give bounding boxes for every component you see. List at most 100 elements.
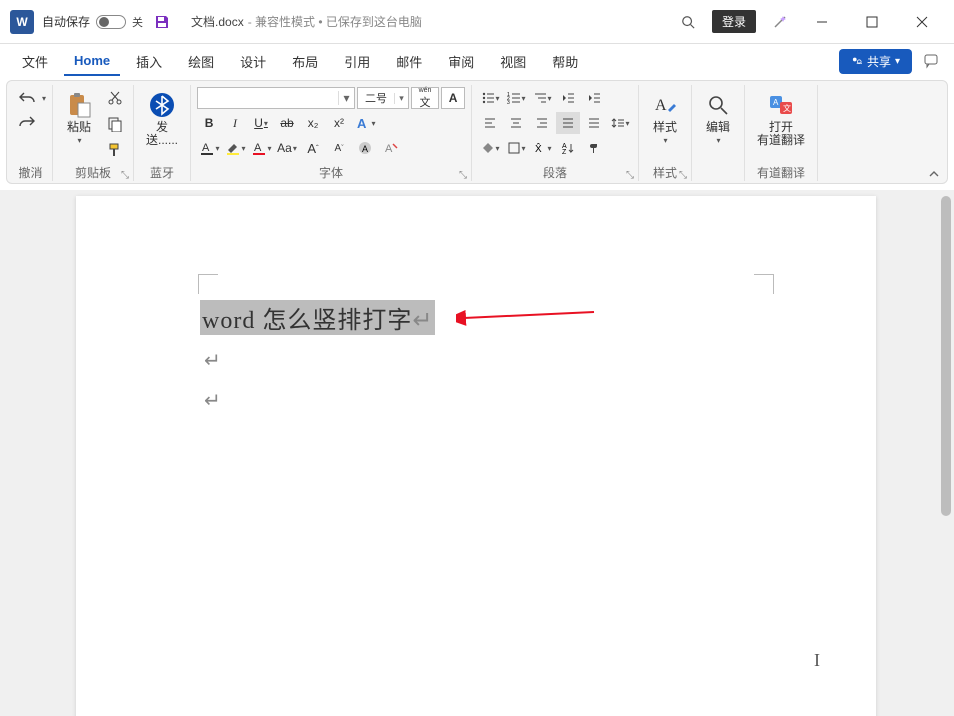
sort-button[interactable]: AZ (556, 137, 580, 159)
format-painter-button[interactable] (103, 139, 127, 161)
font-color-button[interactable]: A▾ (197, 137, 221, 159)
document-title: 文档.docx (191, 13, 244, 30)
minimize-button[interactable] (804, 4, 840, 40)
scroll-thumb[interactable] (941, 196, 951, 516)
align-right-button[interactable] (530, 112, 554, 134)
comments-icon[interactable] (922, 51, 942, 71)
change-case-button[interactable]: Aa▾ (275, 137, 299, 159)
font-name-combo[interactable]: ▾ (197, 87, 355, 109)
decrease-indent-button[interactable] (556, 87, 580, 109)
tab-design[interactable]: 设计 (230, 46, 276, 77)
bluetooth-send-label: 发 送...... (146, 121, 178, 147)
shading-button[interactable]: ▾ (478, 137, 502, 159)
asian-layout-button[interactable]: X̂▾ (530, 137, 554, 159)
save-icon[interactable] (153, 13, 171, 31)
copy-button[interactable] (103, 113, 127, 135)
styles-icon: A (651, 91, 679, 119)
numbering-button[interactable]: 123▾ (504, 87, 528, 109)
shrink-font-button[interactable]: Aˇ (327, 137, 351, 159)
paste-dropdown[interactable]: ▾ (78, 136, 82, 145)
align-center-button[interactable] (504, 112, 528, 134)
distribute-button[interactable] (582, 112, 606, 134)
margin-corner-tr (754, 274, 774, 294)
autosave-toggle[interactable] (96, 15, 126, 29)
tab-layout[interactable]: 布局 (282, 46, 328, 77)
align-left-button[interactable] (478, 112, 502, 134)
paste-button[interactable]: 粘贴 ▾ (59, 87, 99, 149)
superscript-button[interactable]: x² (327, 112, 351, 134)
character-border-button[interactable]: A (441, 87, 465, 109)
font-color2-button[interactable]: A▾ (249, 137, 273, 159)
svg-text:A: A (362, 144, 368, 154)
tab-view[interactable]: 视图 (490, 46, 536, 77)
autosave-label: 自动保存 (42, 13, 90, 30)
tab-draw[interactable]: 绘图 (178, 46, 224, 77)
translate-icon: A文 (767, 91, 795, 119)
cut-button[interactable] (103, 87, 127, 109)
align-justify-button[interactable] (556, 112, 580, 134)
phonetic-guide-button[interactable]: wén 文 (411, 87, 439, 109)
undo-button[interactable] (15, 87, 39, 109)
clipboard-launcher[interactable]: ⤡ (121, 170, 129, 181)
redo-button[interactable] (15, 111, 39, 133)
svg-text:文: 文 (783, 103, 791, 113)
highlight-button[interactable]: ▾ (223, 137, 247, 159)
chevron-down-icon: ▾ (895, 56, 900, 67)
paragraph-mark-icon: ↵ (412, 307, 433, 334)
grow-font-button[interactable]: Aˆ (301, 137, 325, 159)
text-cursor-icon: I (814, 650, 820, 671)
group-paragraph-label: 段落 (543, 166, 567, 180)
svg-text:A: A (773, 98, 779, 107)
svg-text:3: 3 (507, 100, 510, 105)
multilevel-button[interactable]: ▾ (530, 87, 554, 109)
youdao-button[interactable]: A文 打开 有道翻译 (751, 87, 811, 151)
document-selected-text[interactable]: word 怎么竖排打字↵ (200, 300, 435, 335)
bluetooth-send-button[interactable]: 发 送...... (140, 87, 184, 151)
text-effects-button[interactable]: A▾ (353, 112, 377, 134)
sparkle-icon[interactable] (770, 12, 790, 32)
group-font-label: 字体 (319, 166, 343, 180)
group-youdao-label: 有道翻译 (751, 162, 811, 181)
tab-home[interactable]: Home (64, 47, 120, 76)
italic-button[interactable]: I (223, 112, 247, 134)
bullets-button[interactable]: ▾ (478, 87, 502, 109)
strikethrough-button[interactable]: ab (275, 112, 299, 134)
increase-indent-button[interactable] (582, 87, 606, 109)
font-launcher[interactable]: ⤡ (459, 170, 467, 181)
line-spacing-button[interactable]: ▾ (608, 112, 632, 134)
tab-mailings[interactable]: 邮件 (386, 46, 432, 77)
paragraph-launcher[interactable]: ⤡ (626, 170, 634, 181)
subscript-button[interactable]: x₂ (301, 112, 325, 134)
borders-button[interactable]: ▾ (504, 137, 528, 159)
vertical-scrollbar[interactable] (939, 190, 953, 716)
maximize-button[interactable] (854, 4, 890, 40)
svg-text:A: A (385, 143, 393, 155)
margin-corner-tl (198, 274, 218, 294)
page[interactable]: word 怎么竖排打字↵ ↵ ↵ I (76, 196, 876, 716)
tab-help[interactable]: 帮助 (542, 46, 588, 77)
enclose-char-button[interactable]: A (353, 137, 377, 159)
group-undo: ▾ 撤消 (9, 85, 53, 181)
font-size-combo[interactable]: 二号▾ (357, 87, 409, 109)
editing-button[interactable]: 编辑 ▾ (698, 87, 738, 149)
undo-dropdown[interactable]: ▾ (42, 94, 46, 103)
tab-references[interactable]: 引用 (334, 46, 380, 77)
styles-launcher[interactable]: ⤡ (679, 170, 687, 181)
show-marks-button[interactable] (582, 137, 606, 159)
document-area[interactable]: word 怎么竖排打字↵ ↵ ↵ I (0, 190, 954, 716)
svg-text:A: A (202, 142, 210, 154)
tab-file[interactable]: 文件 (12, 46, 58, 77)
tab-review[interactable]: 审阅 (438, 46, 484, 77)
paste-label: 粘贴 (67, 121, 91, 134)
search-icon[interactable] (678, 12, 698, 32)
login-button[interactable]: 登录 (712, 10, 756, 33)
underline-button[interactable]: U▾ (249, 112, 273, 134)
bold-button[interactable]: B (197, 112, 221, 134)
tab-insert[interactable]: 插入 (126, 46, 172, 77)
share-button[interactable]: 共享 ▾ (839, 49, 912, 74)
ribbon-collapse-button[interactable] (927, 167, 941, 181)
styles-button[interactable]: A 样式 ▾ (645, 87, 685, 149)
svg-text:A: A (655, 97, 667, 114)
close-button[interactable] (904, 4, 940, 40)
clear-format-button[interactable]: A (379, 137, 403, 159)
